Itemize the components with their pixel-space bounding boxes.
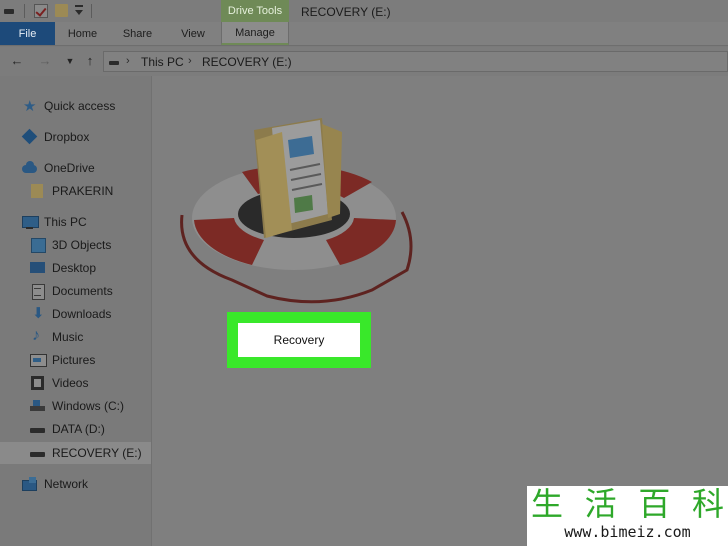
watermark-char: 活	[584, 485, 617, 523]
sidebar-item-recovery-e[interactable]: RECOVERY (E:)	[0, 442, 151, 464]
download-icon	[30, 304, 46, 322]
window-title: RECOVERY (E:)	[301, 5, 391, 19]
sidebar-item-label: OneDrive	[44, 161, 95, 175]
dropbox-icon	[22, 130, 38, 144]
sidebar-item-3d-objects[interactable]: 3D Objects	[0, 234, 151, 256]
sidebar-item-label: Network	[44, 477, 89, 491]
new-folder-icon[interactable]	[55, 4, 68, 17]
watermark-char: 生	[531, 485, 564, 523]
lifebuoy-folder-icon[interactable]	[172, 110, 422, 310]
sidebar-item-onedrive[interactable]: OneDrive	[0, 157, 151, 179]
watermark-char: 科	[691, 485, 724, 523]
sidebar-item-label: Dropbox	[44, 130, 90, 144]
drive-icon	[30, 446, 46, 460]
sidebar-item-network[interactable]: Network	[0, 473, 151, 495]
breadcrumb-chevron-icon[interactable]: ›	[188, 55, 192, 67]
properties-check-icon[interactable]	[34, 4, 48, 18]
watermark-badge: 生 活 百 科 www.bimeiz.com	[527, 486, 728, 546]
sidebar-item-music[interactable]: Music	[0, 326, 151, 348]
navigation-bar: ← → ▼ ↑ › This PC › RECOVERY (E:)	[0, 47, 728, 76]
sidebar-item-label: PRAKERIN	[52, 184, 114, 198]
ribbon-tabs: File Home Share View Manage	[0, 22, 728, 46]
sidebar-item-pictures[interactable]: Pictures	[0, 349, 151, 371]
computer-icon	[22, 215, 39, 229]
sidebar-item-label: Quick access	[44, 99, 116, 113]
breadcrumb-this-pc[interactable]: This PC	[141, 55, 184, 69]
watermark-logo: 生 活 百 科	[531, 486, 724, 522]
sidebar-item-prakerin[interactable]: PRAKERIN	[0, 180, 151, 202]
drive-icon[interactable]	[4, 9, 14, 14]
tab-file[interactable]: File	[0, 22, 55, 45]
sidebar-item-label: Windows (C:)	[52, 399, 125, 413]
sidebar-item-label: Pictures	[52, 353, 96, 367]
toolbar-separator	[91, 4, 92, 18]
sidebar-item-quick-access[interactable]: Quick access	[0, 95, 151, 117]
toolbar-separator	[24, 4, 25, 18]
recent-locations-icon[interactable]: ▼	[63, 54, 77, 68]
sidebar-item-desktop[interactable]: Desktop	[0, 257, 151, 279]
address-field[interactable]: › This PC › RECOVERY (E:)	[103, 51, 728, 72]
customize-toolbar-icon[interactable]	[75, 5, 85, 17]
drive-icon	[30, 422, 46, 436]
sidebar-item-documents[interactable]: Documents	[0, 280, 151, 302]
navigation-pane: Quick access Dropbox OneDrive PRAKERIN T…	[0, 76, 152, 546]
up-arrow-icon[interactable]: ↑	[83, 54, 97, 68]
watermark-url: www.bimeiz.com	[564, 523, 691, 541]
cube-icon	[30, 238, 46, 253]
sidebar-item-this-pc[interactable]: This PC	[0, 211, 151, 233]
drive-icon	[109, 61, 119, 65]
breadcrumb-recovery[interactable]: RECOVERY (E:)	[202, 55, 292, 69]
tab-share[interactable]: Share	[110, 22, 165, 45]
sidebar-item-label: Downloads	[52, 307, 112, 321]
sidebar-item-label: 3D Objects	[52, 238, 112, 252]
sidebar-item-downloads[interactable]: Downloads	[0, 303, 151, 325]
windows-drive-icon	[30, 399, 46, 413]
file-content-area: Recovery	[152, 76, 728, 546]
music-icon	[30, 327, 46, 345]
network-icon	[22, 477, 38, 491]
sidebar-item-label: DATA (D:)	[52, 422, 105, 436]
sidebar-item-label: This PC	[44, 215, 87, 229]
forward-arrow-icon[interactable]: →	[38, 54, 52, 68]
sidebar-item-label: Documents	[52, 284, 113, 298]
documents-icon	[30, 284, 46, 300]
sidebar-item-label: RECOVERY (E:)	[52, 446, 142, 460]
watermark-char: 百	[638, 485, 671, 523]
desktop-icon	[30, 261, 46, 275]
tab-home[interactable]: Home	[55, 22, 110, 45]
videos-icon	[30, 376, 46, 390]
star-icon	[22, 97, 38, 115]
cloud-icon	[22, 161, 38, 175]
sidebar-item-dropbox[interactable]: Dropbox	[0, 126, 151, 148]
tab-view[interactable]: View	[165, 22, 221, 45]
sidebar-item-videos[interactable]: Videos	[0, 372, 151, 394]
sidebar-item-label: Music	[52, 330, 84, 344]
pictures-icon	[30, 353, 47, 367]
folder-icon	[30, 184, 46, 198]
sidebar-item-label: Desktop	[52, 261, 97, 275]
sidebar-item-label: Videos	[52, 376, 89, 390]
breadcrumb-chevron-icon[interactable]: ›	[126, 55, 130, 67]
sidebar-item-data-d[interactable]: DATA (D:)	[0, 418, 151, 440]
sidebar-item-windows-c[interactable]: Windows (C:)	[0, 395, 151, 417]
drive-tools-context-label: Drive Tools	[221, 0, 289, 22]
back-arrow-icon[interactable]: ←	[10, 54, 24, 68]
title-bar: Drive Tools RECOVERY (E:)	[0, 0, 728, 24]
drive-name-input[interactable]: Recovery	[238, 323, 360, 357]
tab-manage[interactable]: Manage	[221, 22, 289, 45]
